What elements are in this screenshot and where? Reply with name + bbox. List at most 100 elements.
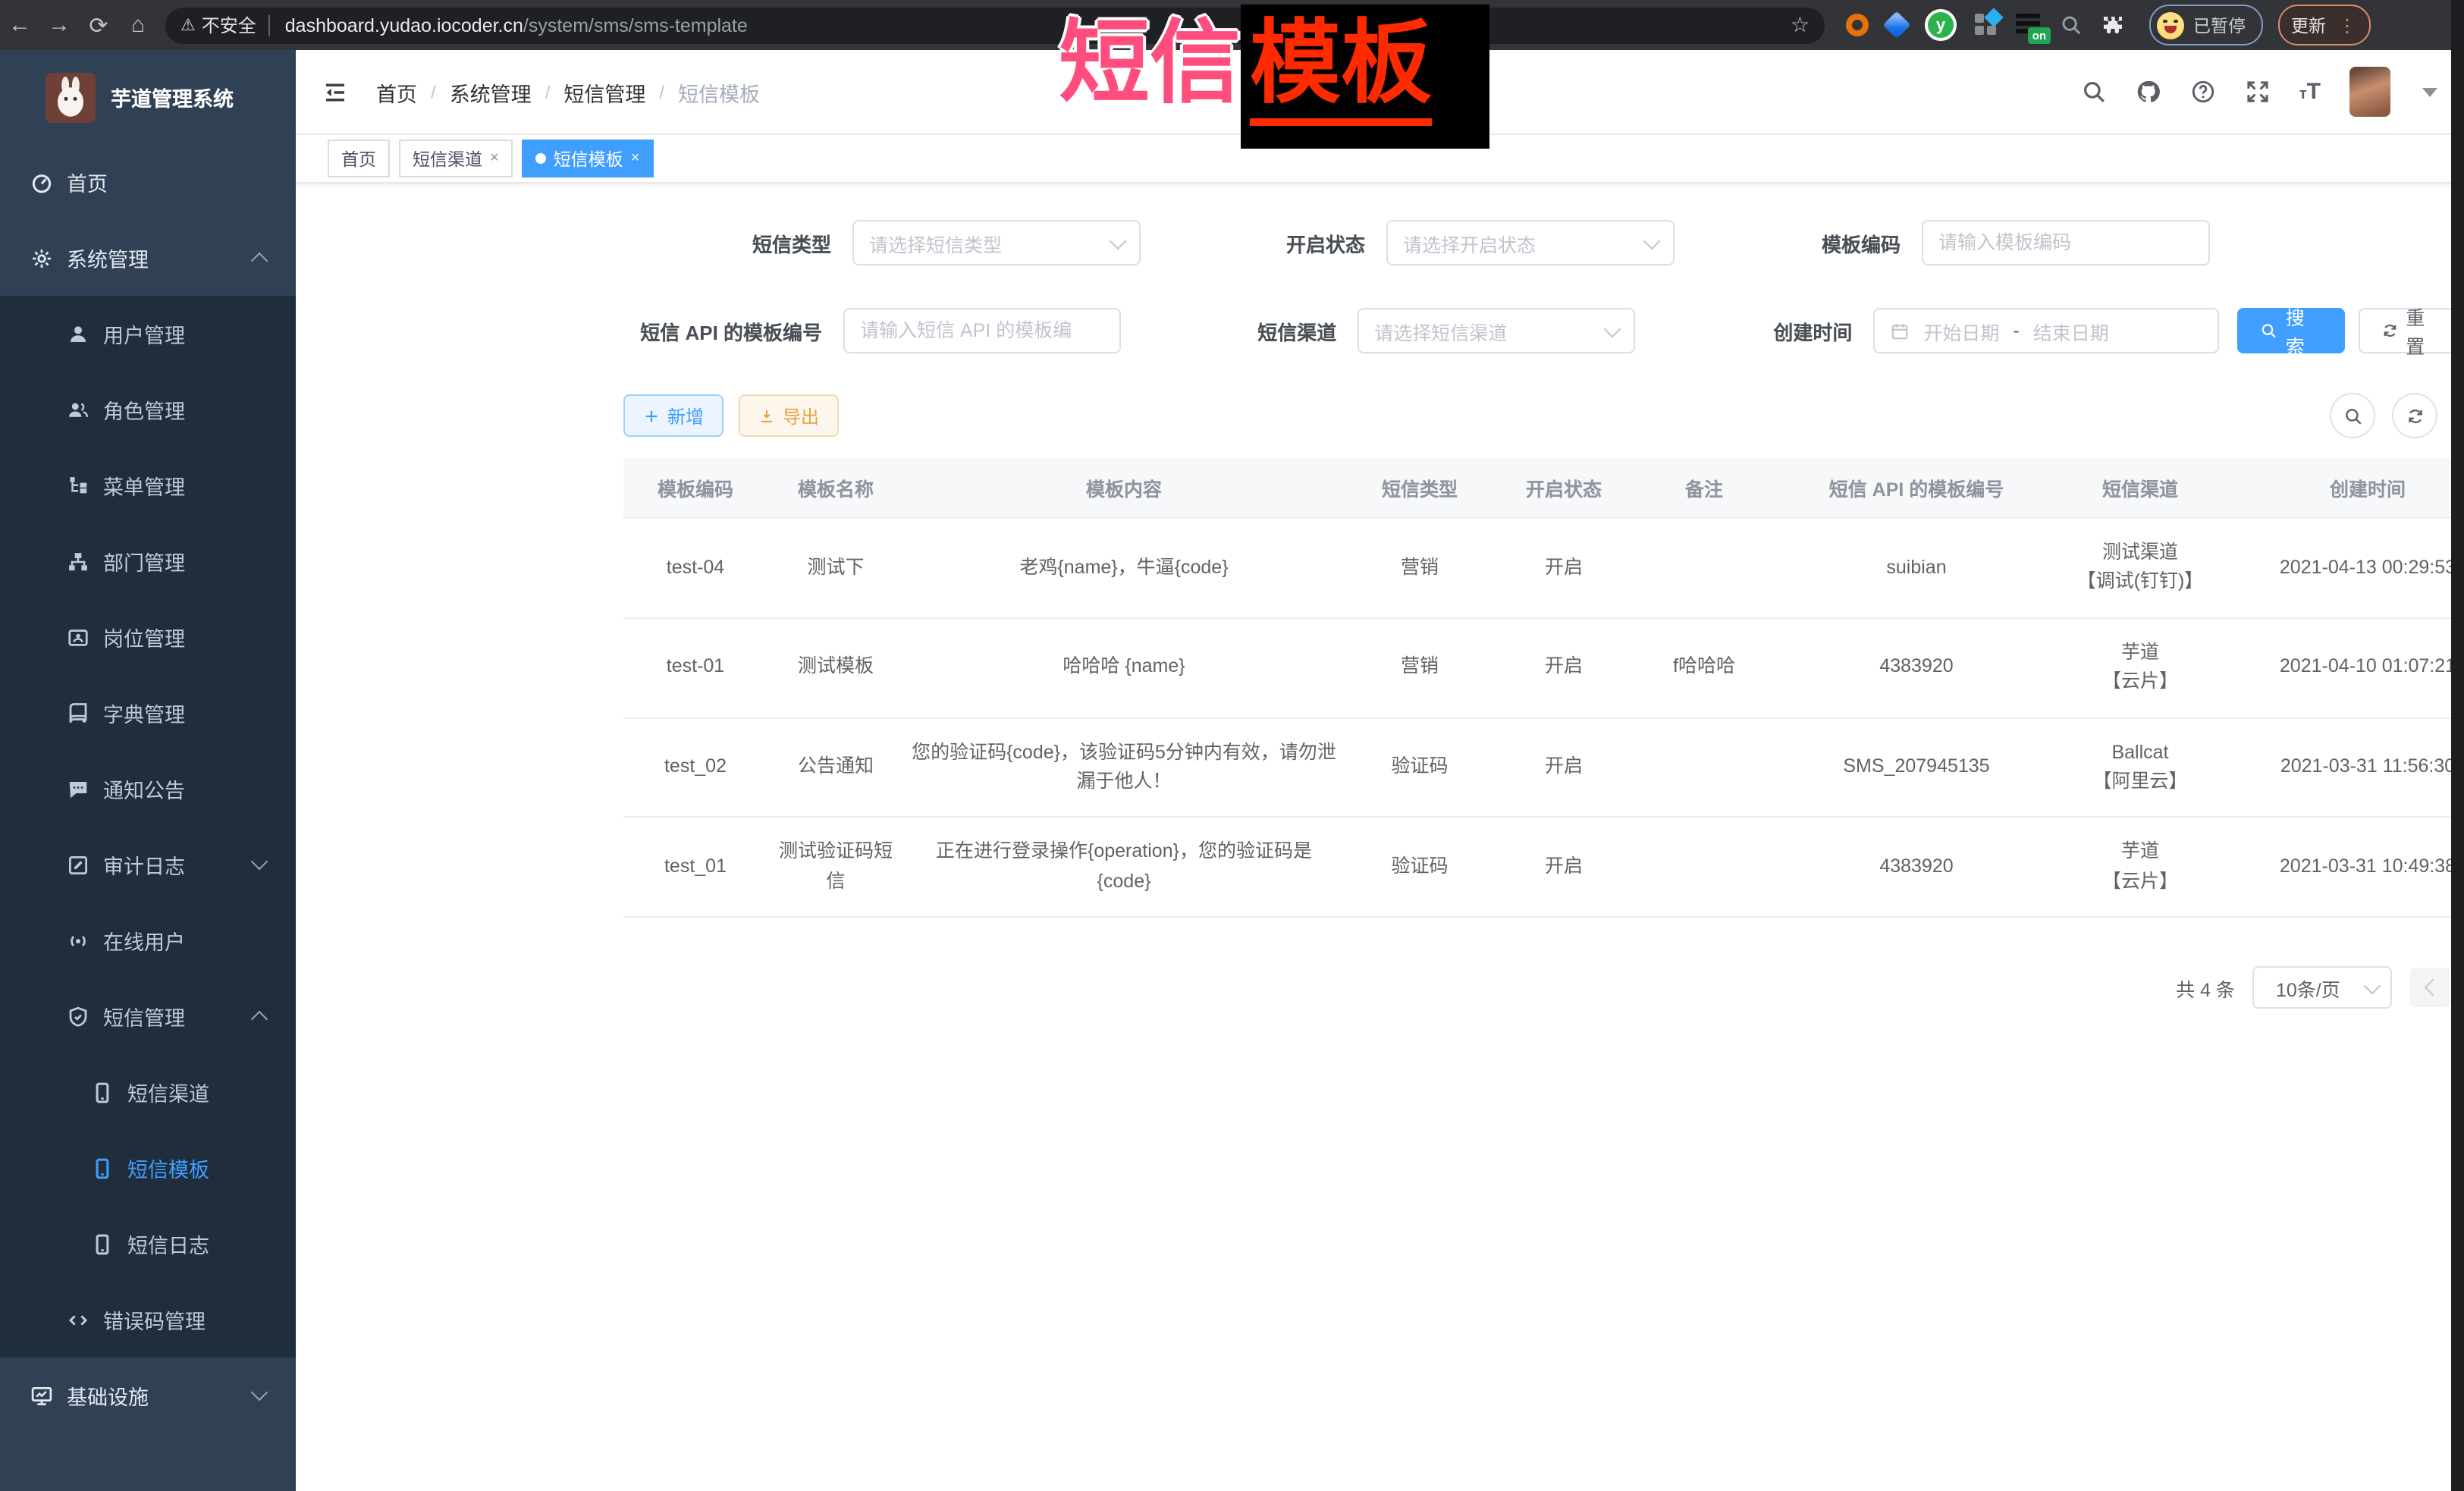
status-select[interactable]: 请选择开启状态 [1386, 220, 1675, 265]
breadcrumb-item-home[interactable]: 首页 [376, 77, 417, 107]
cell-template-content: 您的验证码{code}，该验证码5分钟内有效，请勿泄漏于他人！ [904, 718, 1344, 817]
forward-icon[interactable]: → [39, 12, 79, 38]
table-toolbar: 新增 导出 [296, 393, 2464, 438]
sidebar-item-audit-log[interactable]: 审计日志 [0, 827, 296, 902]
refresh-table-button[interactable] [2392, 393, 2437, 438]
org-chart-icon [67, 550, 89, 573]
sidebar-item-post-mgmt[interactable]: 岗位管理 [0, 599, 296, 675]
prev-page-button[interactable] [2411, 968, 2450, 1007]
page-size-select[interactable]: 10条/页 [2253, 966, 2393, 1009]
close-icon[interactable]: × [490, 150, 499, 167]
phone-icon [91, 1081, 114, 1103]
tab-sms-channel[interactable]: 短信渠道 × [399, 140, 513, 177]
phone-icon [91, 1232, 114, 1255]
download-icon [758, 407, 775, 424]
sidebar-item-dept-mgmt[interactable]: 部门管理 [0, 523, 296, 599]
ext-list-icon[interactable]: on [2016, 14, 2042, 36]
cell-template-code: test_02 [623, 733, 767, 802]
sms-type-select[interactable]: 请选择短信类型 [852, 220, 1141, 265]
reset-button[interactable]: 重置 [2358, 308, 2464, 353]
sidebar-item-label: 短信日志 [127, 1229, 209, 1259]
api-template-id-input[interactable] [843, 308, 1121, 353]
calendar-icon [1890, 321, 1910, 341]
sidebar-item-label: 字典管理 [103, 698, 185, 728]
breadcrumb-item-sms[interactable]: 短信管理 [563, 77, 645, 107]
font-size-icon[interactable]: тT [2299, 79, 2321, 105]
search-button-label: 搜索 [2286, 302, 2322, 359]
sidebar-item-system-mgmt[interactable]: 系统管理 [0, 220, 296, 296]
sidebar-item-dict-mgmt[interactable]: 字典管理 [0, 675, 296, 751]
sidebar-item-infrastructure[interactable]: 基础设施 [0, 1358, 296, 1433]
fullscreen-icon[interactable] [2245, 79, 2271, 105]
home-icon[interactable]: ⌂ [118, 12, 158, 38]
sidebar-item-error-code[interactable]: 错误码管理 [0, 1282, 296, 1358]
template-code-label: 模板编码 [1675, 228, 1922, 257]
sidebar-item-sms-template[interactable]: 短信模板 [0, 1130, 296, 1206]
sidebar-item-home[interactable]: 首页 [0, 144, 296, 220]
cell-template-content: 正在进行登录操作{operation}，您的验证码是{code} [904, 818, 1344, 917]
col-api-template-id: 短信 API 的模板编号 [1776, 458, 2057, 517]
status-label: 开启状态 [1141, 228, 1386, 257]
sidebar-item-sms-log[interactable]: 短信日志 [0, 1206, 296, 1282]
github-icon[interactable] [2136, 79, 2161, 105]
security-label[interactable]: 不安全 [202, 12, 256, 38]
chevron-down-icon [251, 853, 268, 871]
sidebar-item-sms-mgmt[interactable]: 短信管理 [0, 978, 296, 1054]
bookmark-star-icon[interactable]: ☆ [1791, 12, 1810, 38]
reload-icon[interactable]: ⟳ [79, 11, 118, 39]
badge-icon [67, 626, 89, 648]
tab-sms-template[interactable]: 短信模板 × [522, 140, 654, 177]
cell-template-name: 测试验证码短信 [767, 818, 904, 917]
export-button[interactable]: 导出 [739, 394, 839, 437]
col-template-code: 模板编码 [623, 458, 767, 517]
col-sms-type: 短信类型 [1344, 458, 1496, 517]
close-icon[interactable]: × [631, 150, 640, 167]
kebab-menu-icon[interactable]: ⋮ [2338, 14, 2356, 36]
sidebar-item-sms-channel[interactable]: 短信渠道 [0, 1054, 296, 1130]
sidebar-item-menu-mgmt[interactable]: 菜单管理 [0, 447, 296, 523]
sidebar-item-role-mgmt[interactable]: 角色管理 [0, 372, 296, 447]
search-button[interactable]: 搜索 [2238, 308, 2345, 353]
refresh-icon [2381, 322, 2398, 340]
create-time-label: 创建时间 [1636, 316, 1874, 345]
shield-check-icon [67, 1005, 89, 1028]
sidebar-filler [0, 1433, 296, 1491]
sidebar-item-user-mgmt[interactable]: 用户管理 [0, 296, 296, 372]
ext-gem-icon[interactable] [1883, 11, 1911, 39]
breadcrumb-item-current: 短信模板 [678, 77, 760, 107]
ext-donut-icon[interactable] [1846, 14, 1869, 36]
search-icon[interactable] [2081, 79, 2107, 105]
col-sms-channel: 短信渠道 [2057, 458, 2224, 517]
menu-fold-icon[interactable] [322, 78, 349, 105]
add-button-label: 新增 [667, 403, 704, 428]
back-icon[interactable]: ← [0, 12, 39, 38]
profile-chip[interactable]: 已暂停 [2149, 5, 2262, 46]
tab-label: 短信模板 [554, 146, 623, 171]
annotation-title: 短信模板 [1059, 5, 1489, 149]
breadcrumb-item-system[interactable]: 系统管理 [450, 77, 532, 107]
ext-grid-icon[interactable] [1975, 14, 1998, 36]
extensions-puzzle-icon[interactable] [2101, 13, 2125, 37]
sidebar-item-online-users[interactable]: 在线用户 [0, 902, 296, 978]
sidebar-item-label: 错误码管理 [103, 1304, 206, 1335]
app-logo[interactable]: 芋道管理系统 [0, 50, 296, 144]
sms-channel-select[interactable]: 请选择短信渠道 [1358, 308, 1635, 353]
url-bar[interactable]: ⚠ 不安全 dashboard.yudao.iocoder.cn/system/… [165, 7, 1825, 43]
cell-template-content: 哈哈哈 {name} [904, 633, 1344, 702]
hide-search-button[interactable] [2330, 393, 2375, 438]
update-button[interactable]: 更新 ⋮ [2277, 5, 2370, 46]
user-avatar[interactable] [2349, 67, 2390, 117]
annotation-title-part2: 模板 [1241, 5, 1489, 149]
ext-search-icon[interactable] [2060, 14, 2083, 36]
date-range-picker[interactable]: 开始日期 - 结束日期 [1873, 308, 2219, 353]
sidebar-item-notice[interactable]: 通知公告 [0, 751, 296, 827]
table-row: test_01 测试验证码短信 正在进行登录操作{operation}，您的验证… [623, 818, 2464, 918]
avatar-caret-icon[interactable] [2422, 87, 2437, 96]
cell-status: 开启 [1496, 633, 1632, 702]
add-button[interactable]: 新增 [623, 394, 724, 437]
ext-y-icon[interactable]: y [1925, 9, 1957, 41]
template-code-input[interactable] [1922, 220, 2210, 265]
tab-home[interactable]: 首页 [328, 140, 390, 177]
table-row: test-04 测试下 老鸡{name}，牛逼{code} 营销 开启 suib… [623, 519, 2464, 619]
help-icon[interactable] [2190, 79, 2216, 105]
